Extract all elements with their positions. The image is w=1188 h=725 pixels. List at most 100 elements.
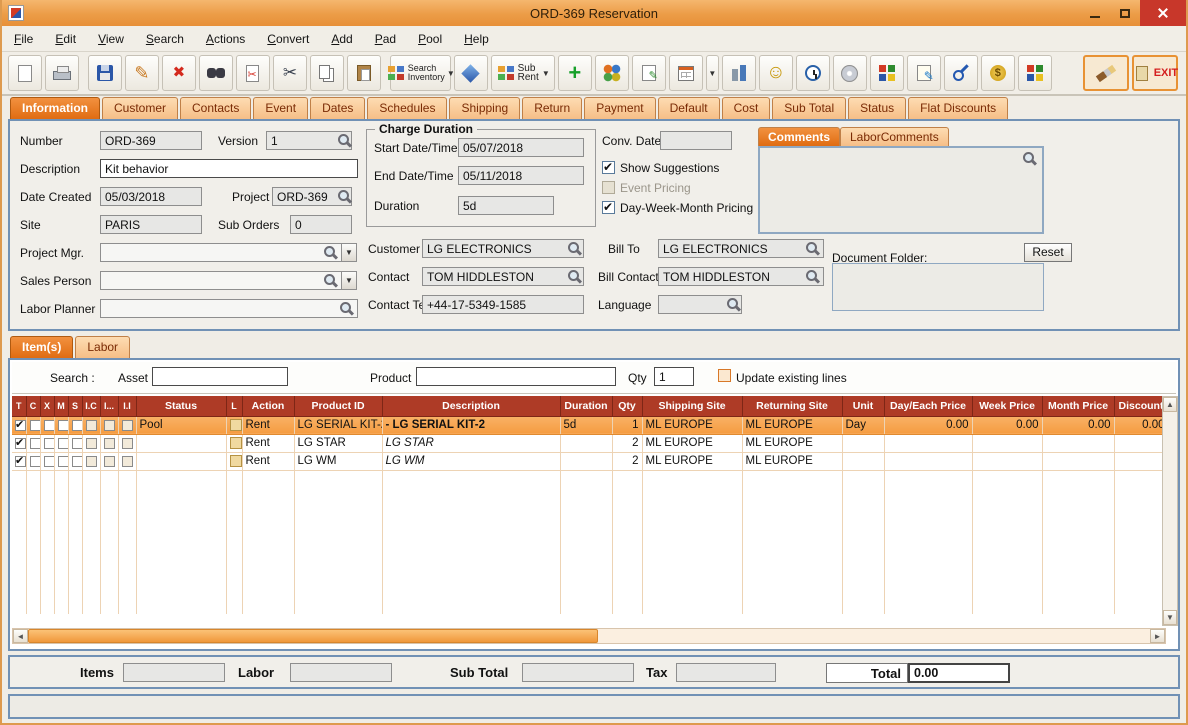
line-icon[interactable] [229,437,241,449]
row-checkbox[interactable] [43,419,53,431]
search-icon[interactable] [805,241,820,256]
bill-to-field[interactable]: LG ELECTRONICS [658,239,824,258]
menu-convert[interactable]: Convert [267,32,309,46]
group-button[interactable] [594,55,629,91]
vertical-scrollbar[interactable]: ▲ ▼ [1162,396,1178,626]
scroll-up-arrow[interactable]: ▲ [1163,397,1177,412]
search-icon[interactable] [337,189,352,204]
scroll-left-arrow[interactable]: ◄ [13,629,28,643]
calendar-button[interactable] [668,55,703,91]
row-checkbox[interactable] [15,454,25,467]
col-returning-site[interactable]: Returning Site [742,396,843,417]
contact-tel-field[interactable]: +44-17-5349-1585 [422,295,584,314]
tab-payment[interactable]: Payment [584,97,656,119]
row-checkbox[interactable] [57,437,67,449]
tab-flat-discounts[interactable]: Flat Discounts [908,97,1009,119]
end-date-field[interactable]: 05/11/2018 [458,166,584,185]
row-checkbox[interactable] [85,437,97,449]
tab-return[interactable]: Return [522,97,583,119]
row-checkbox[interactable] [103,455,115,467]
day-week-month-checkbox[interactable] [602,200,615,214]
col-week-price[interactable]: Week Price [972,396,1043,417]
row-checkbox[interactable] [15,418,25,431]
tab-cost[interactable]: Cost [721,97,771,119]
tab-customer[interactable]: Customer [102,97,179,119]
row-checkbox[interactable] [121,455,133,467]
col-qty[interactable]: Qty [612,396,643,417]
show-suggestions-checkbox[interactable] [602,160,615,174]
cut-button[interactable]: ✂ [272,55,307,91]
menu-file[interactable]: File [14,32,33,46]
qty-input[interactable]: 1 [654,367,694,386]
tab-labor[interactable]: Labor [75,336,131,358]
table-row[interactable]: Rent LG WM LG WM 2 ML EUROPE ML EUROPE [12,452,1169,471]
conv-date-field[interactable] [660,131,732,150]
row-checkbox[interactable] [121,437,133,449]
menu-add[interactable]: Add [331,32,352,46]
duration-field[interactable]: 5d [458,196,554,215]
row-checkbox[interactable] [85,455,97,467]
product-input[interactable] [416,367,616,386]
row-checkbox[interactable] [57,419,67,431]
row-checkbox[interactable] [43,455,53,467]
cube-button[interactable] [453,55,488,91]
bill-contact-field[interactable]: TOM HIDDLESTON [658,267,824,286]
col-ii[interactable]: I.I [118,396,137,417]
row-checkbox[interactable] [29,437,39,449]
disc-button[interactable] [832,55,867,91]
cut-document-button[interactable] [235,55,270,91]
tab-comments[interactable]: Comments [758,127,841,146]
tab-status[interactable]: Status [848,97,907,119]
edit-note-button[interactable] [631,55,666,91]
menu-edit[interactable]: Edit [55,32,76,46]
menu-help[interactable]: Help [464,32,489,46]
sub-orders-field[interactable]: 0 [290,215,352,234]
customer-field[interactable]: LG ELECTRONICS [422,239,584,258]
menu-view[interactable]: View [98,32,124,46]
col-m[interactable]: M [54,396,69,417]
project-mgr-field[interactable] [100,243,342,262]
copy-button[interactable] [309,55,344,91]
tab-items[interactable]: Item(s) [10,336,74,358]
line-icon[interactable] [229,419,241,431]
menu-pad[interactable]: Pad [375,32,396,46]
col-s[interactable]: S [68,396,83,417]
customer-button[interactable]: ☺ [758,55,793,91]
cubes-button[interactable] [869,55,904,91]
col-day-price[interactable]: Day/Each Price [884,396,973,417]
search-icon[interactable] [323,273,338,288]
tab-labor-comments[interactable]: LaborComments [840,127,949,146]
tab-sub-total[interactable]: Sub Total [772,97,847,119]
menu-actions[interactable]: Actions [206,32,245,46]
menu-search[interactable]: Search [146,32,184,46]
site-field[interactable]: PARIS [100,215,202,234]
tab-contacts[interactable]: Contacts [180,97,252,119]
tab-event[interactable]: Event [253,97,309,119]
sub-rent-button[interactable]: Sub Rent ▼ [490,55,555,91]
title-bar[interactable]: ORD-369 Reservation [2,0,1186,26]
tab-dates[interactable]: Dates [310,97,366,119]
search-inventory-button[interactable]: Search Inventory ▼ [387,55,455,91]
col-duration[interactable]: Duration [560,396,613,417]
search-icon[interactable] [339,301,354,316]
delete-button[interactable]: ✖ [161,55,196,91]
cubes2-button[interactable] [1017,55,1052,91]
row-checkbox[interactable] [85,419,97,431]
labor-planner-field[interactable] [100,299,358,318]
tab-shipping[interactable]: Shipping [449,97,521,119]
row-checkbox[interactable] [71,419,81,431]
close-button[interactable] [1140,0,1186,26]
tab-default[interactable]: Default [657,97,720,119]
search-icon[interactable] [805,269,820,284]
document-folder-box[interactable] [832,263,1044,311]
find-button[interactable] [198,55,233,91]
col-ic[interactable]: I.C [82,396,101,417]
scrollbar-thumb[interactable] [28,629,598,643]
paste-button[interactable] [346,55,381,91]
col-action[interactable]: Action [242,396,295,417]
event-pricing-checkbox[interactable] [602,181,615,194]
scroll-right-arrow[interactable]: ► [1150,629,1165,643]
update-existing-lines-checkbox[interactable] [718,369,731,382]
search-icon[interactable] [323,245,338,260]
col-c[interactable]: C [26,396,41,417]
